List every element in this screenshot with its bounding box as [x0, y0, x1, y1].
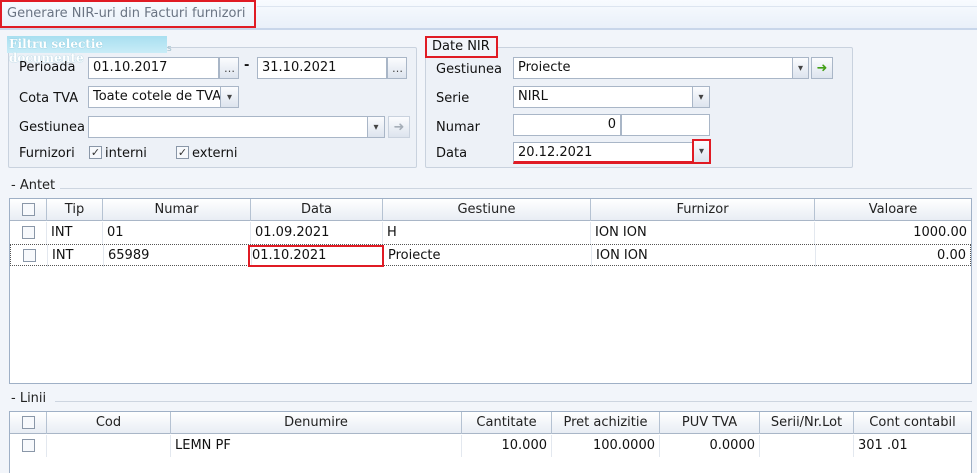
cell-valoare: 0.00: [937, 248, 966, 263]
data-label: Data: [436, 146, 468, 161]
select-all-checkbox[interactable]: [21, 203, 35, 216]
linii-section-divider: [55, 401, 972, 402]
row-checkbox[interactable]: [21, 439, 35, 452]
date-to-picker-button[interactable]: …: [387, 57, 407, 79]
table-row[interactable]: LEMN PF 10.000 100.0000 0.0000 301 .01: [10, 435, 971, 457]
cell-tip: INT: [47, 222, 103, 244]
chevron-down-icon: ▾: [226, 91, 233, 103]
cell-cont: 301 .01: [858, 438, 908, 453]
date-nir-legend: Date NIR: [425, 36, 498, 58]
filtru-gestiunea-label: Gestiunea: [19, 120, 85, 135]
row-checkbox[interactable]: [21, 226, 35, 239]
date-to-input[interactable]: 31.10.2021: [257, 57, 387, 79]
filtru-legend: Filtru selectie documente: [7, 36, 167, 65]
antet-section-divider: [60, 188, 972, 189]
antet-grid: Tip Numar Data Gestiune Furnizor Valoare…: [9, 198, 972, 384]
antet-col-valoare[interactable]: Valoare: [815, 199, 971, 221]
cell-gestiune: H: [383, 222, 591, 244]
antet-col-numar[interactable]: Numar: [103, 199, 251, 221]
linii-col-cod[interactable]: Cod: [47, 412, 171, 434]
cell-cod: [47, 435, 171, 457]
serie-label: Serie: [436, 91, 470, 106]
linii-col-pret[interactable]: Pret achizitie: [552, 412, 660, 434]
antet-select-all[interactable]: [10, 199, 47, 221]
linii-col-cont[interactable]: Cont contabil: [854, 412, 971, 434]
numar-label: Numar: [436, 120, 480, 135]
antet-col-gestiune[interactable]: Gestiune: [383, 199, 591, 221]
table-row[interactable]: INT 01 01.09.2021 H ION ION 1000.00: [10, 222, 971, 244]
cell-data: 01.09.2021: [251, 222, 383, 244]
table-row[interactable]: INT 65989 01.10.2021 Proiecte ION ION 0.…: [10, 244, 971, 267]
chevron-down-icon: ▾: [797, 62, 804, 74]
date-from-picker-button[interactable]: …: [219, 57, 239, 79]
filtru-gestiunea-input[interactable]: [88, 116, 368, 138]
nir-gestiunea-go-button[interactable]: ➜: [811, 57, 833, 79]
antet-col-furnizor[interactable]: Furnizor: [591, 199, 815, 221]
cell-gestiune: Proiecte: [384, 245, 592, 267]
ellipsis-icon: …: [392, 61, 403, 75]
row-select-cell[interactable]: [10, 435, 47, 457]
row-select-cell[interactable]: [11, 245, 48, 267]
cell-numar: 65989: [104, 245, 252, 267]
cell-data: 01.10.2021: [248, 245, 384, 267]
antet-col-data[interactable]: Data: [251, 199, 383, 221]
go-arrow-icon: ➜: [393, 119, 405, 135]
filtru-legend-tail: s: [167, 44, 172, 54]
externi-checkbox[interactable]: ✓: [176, 146, 189, 159]
cell-tip: INT: [48, 245, 104, 267]
cell-pret: 100.0000: [552, 435, 660, 457]
filtru-gestiunea-go-button[interactable]: ➜: [388, 116, 410, 138]
linii-col-denumire[interactable]: Denumire: [171, 412, 462, 434]
cell-serii: [760, 435, 854, 457]
linii-col-serii[interactable]: Serii/Nr.Lot: [760, 412, 854, 434]
linii-col-puv[interactable]: PUV TVA: [660, 412, 760, 434]
cell-furnizor: ION ION: [591, 222, 815, 244]
chevron-down-icon: ▾: [373, 121, 379, 133]
antet-section-label: - Antet: [11, 178, 56, 193]
cell-furnizor: ION ION: [592, 245, 816, 267]
cell-numar: 01: [103, 222, 251, 244]
nir-gestiunea-label: Gestiunea: [436, 62, 502, 77]
cell-denumire: LEMN PF: [171, 435, 462, 457]
antet-col-tip[interactable]: Tip: [47, 199, 103, 221]
linii-grid: Cod Denumire Cantitate Pret achizitie PU…: [9, 411, 972, 473]
numar-input[interactable]: 0: [513, 114, 621, 136]
row-checkbox[interactable]: [22, 249, 36, 262]
date-from-input[interactable]: 01.10.2017: [88, 57, 219, 79]
go-arrow-icon: ➜: [816, 60, 828, 76]
antet-header-row: Tip Numar Data Gestiune Furnizor Valoare: [10, 199, 971, 221]
cota-tva-select[interactable]: Toate cotele de TVA: [88, 86, 221, 108]
furnizori-label: Furnizori: [19, 146, 75, 161]
nir-gestiunea-dropdown[interactable]: ▾: [792, 57, 809, 79]
data-dropdown[interactable]: ▾: [692, 139, 711, 164]
window-title: Generare NIR-uri din Facturi furnizori: [0, 0, 256, 28]
linii-section-label: - Linii: [11, 391, 47, 406]
row-select-cell[interactable]: [10, 222, 47, 244]
linii-col-cantitate[interactable]: Cantitate: [462, 412, 552, 434]
cell-cantitate: 10.000: [462, 435, 552, 457]
data-input[interactable]: 20.12.2021: [513, 142, 693, 164]
filtru-gestiunea-dropdown[interactable]: ▾: [367, 116, 385, 138]
interni-checkbox[interactable]: ✓: [89, 146, 102, 159]
externi-label: externi: [192, 146, 238, 161]
cell-valoare: 1000.00: [913, 225, 967, 240]
titlebar-divider: [257, 6, 977, 7]
date-range-separator: -: [244, 58, 250, 73]
numar-extra-input[interactable]: [621, 114, 710, 136]
ellipsis-icon: …: [224, 61, 235, 75]
linii-select-all[interactable]: [10, 412, 47, 434]
perioada-label: Perioada: [19, 60, 76, 75]
linii-header-row: Cod Denumire Cantitate Pret achizitie PU…: [10, 412, 971, 434]
cell-puv: 0.0000: [660, 435, 760, 457]
interni-label: interni: [105, 146, 147, 161]
serie-dropdown[interactable]: ▾: [692, 86, 710, 108]
serie-select[interactable]: NIRL: [513, 86, 693, 108]
cota-tva-dropdown[interactable]: ▾: [220, 86, 239, 108]
select-all-checkbox[interactable]: [21, 416, 35, 429]
cota-tva-label: Cota TVA: [19, 91, 79, 106]
chevron-down-icon: ▾: [698, 91, 704, 103]
chevron-down-icon: ▾: [698, 146, 705, 157]
nir-gestiunea-select[interactable]: Proiecte: [513, 57, 793, 79]
